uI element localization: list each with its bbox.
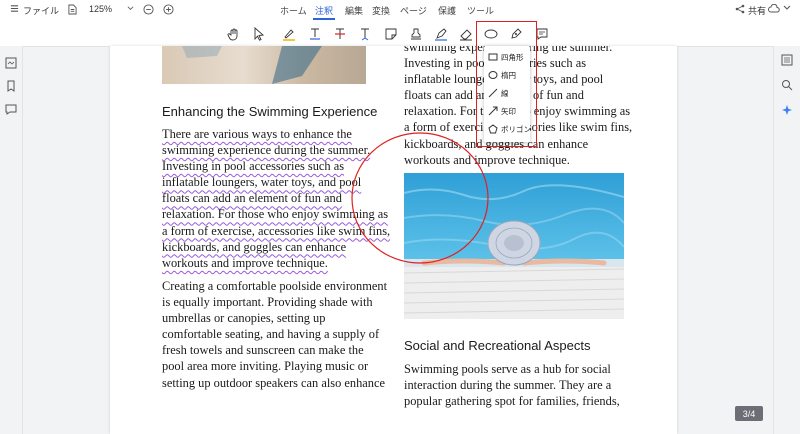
tab-home[interactable]: ホーム [280,4,307,17]
active-tab-indicator [313,18,335,20]
shape-menu-item-polygon[interactable]: ポリゴン [488,122,531,136]
menu-item-label: 線 [501,88,509,98]
text-line: There are various ways to enhance the [162,127,352,141]
right-sidebar [773,46,800,434]
hand-icon[interactable] [225,25,243,43]
share-button[interactable]: 共有 [748,4,766,17]
text-line: umbrellas or canopies, setting up [162,311,326,326]
text-line: is equally important. Providing shade wi… [162,295,373,310]
menu-item-label: ポリゴン [501,124,531,134]
arrow-icon [488,106,498,116]
tab-edit[interactable]: 編集 [345,4,363,17]
tab-tools[interactable]: ツール [467,4,494,17]
shape-dropdown-menu: 四角形 楕円 線 矢印 ポリゴン [484,46,531,142]
document-page: swimming experience during the summer. I… [110,46,677,434]
properties-panel-icon[interactable] [780,53,794,67]
section-heading-enhancing: Enhancing the Swimming Experience [162,104,378,119]
thumbnails-icon[interactable] [4,56,18,70]
text-line: Investing in pool accessories such as [162,159,345,174]
text-line: swimming experience during the summer. [162,143,371,158]
text-line: pool area more inviting. Playing music o… [162,359,369,374]
text-line: popular gathering spot for families, fri… [404,394,620,409]
more-options-icon[interactable] [783,4,791,14]
ai-assistant-icon[interactable] [780,103,794,117]
text-line: relaxation. For those who enjoy swimming… [162,207,389,222]
paragraph-enhancing: There are various ways to enhance the sw… [162,126,402,271]
rectangle-icon [488,53,498,61]
strikethrough-icon[interactable] [331,25,349,43]
eraser-icon[interactable] [457,25,475,43]
zoom-dropdown-icon[interactable] [127,4,134,14]
zoom-in-icon[interactable] [163,4,174,17]
search-icon[interactable] [780,78,794,92]
tab-annotate[interactable]: 注釈 [315,4,333,17]
text-line: setting up outdoor speakers can also enh… [162,375,385,390]
menu-item-label: 楕円 [501,70,516,80]
text-line: Swimming pools serve as a hub for social [404,362,611,376]
measure-pen-icon[interactable] [507,25,525,43]
ellipse-icon [488,71,498,79]
shape-ellipse-icon[interactable] [482,25,500,43]
pool-photo [404,173,624,319]
highlight-icon[interactable] [280,25,298,43]
section-heading-social: Social and Recreational Aspects [404,338,591,353]
shape-menu-item-line[interactable]: 線 [488,86,509,100]
pool-edge-image [162,46,366,84]
tab-page[interactable]: ページ [400,4,427,17]
tab-protect[interactable]: 保護 [438,4,456,17]
text-line: fresh towels and sunscreen can make the [162,343,364,358]
text-line: Creating a comfortable poolside environm… [162,279,388,293]
text-line: workouts and improve technique. [404,152,570,167]
shape-menu-item-arrow[interactable]: 矢印 [488,104,516,118]
sticky-note-icon[interactable] [382,25,400,43]
shape-menu-item-rectangle[interactable]: 四角形 [488,50,524,64]
text-line: interaction during the summer. They are … [404,378,612,393]
text-insert-icon[interactable] [356,25,374,43]
text-underline-icon[interactable] [306,25,324,43]
comments-panel-icon[interactable] [4,103,18,117]
left-sidebar [0,46,23,434]
paragraph-poolside: Creating a comfortable poolside environm… [162,278,402,391]
text-line: floats can add an element of fun and [162,191,342,206]
comment-icon[interactable] [533,25,551,43]
line-icon [488,88,498,98]
select-arrow-icon[interactable] [250,25,268,43]
tab-convert[interactable]: 変換 [372,4,390,17]
text-line: inflatable loungers, water toys, and poo… [162,175,362,190]
text-line: a form of exercise, accessories like swi… [162,223,391,238]
shape-menu-item-ellipse[interactable]: 楕円 [488,68,516,82]
polygon-icon [488,124,498,134]
annotation-toolbar [0,22,800,47]
menu-item-label: 矢印 [501,106,516,116]
file-menu[interactable]: ファイル [23,4,59,17]
menu-item-label: 四角形 [501,52,524,62]
text-line: comfortable seating, and having a supply… [162,327,380,342]
page-indicator[interactable]: 3/4 [735,406,763,421]
text-line: kickboards, and goggles can enhance [162,239,347,254]
paragraph-social: Swimming pools serve as a hub for social… [404,361,644,409]
document-icon[interactable] [68,4,77,17]
hamburger-icon[interactable] [10,4,19,15]
top-bar: ファイル 125% ホーム 注釈 編集 変換 ページ 保護 ツール 共有 [0,0,800,22]
cloud-icon[interactable] [768,3,780,16]
stamp-icon[interactable] [407,25,425,43]
zoom-level[interactable]: 125% [89,4,112,14]
bookmark-icon[interactable] [4,79,18,93]
zoom-out-icon[interactable] [143,4,154,17]
pen-icon[interactable] [432,25,450,43]
share-icon[interactable] [735,4,745,16]
text-line: workouts and improve technique. [162,255,328,270]
